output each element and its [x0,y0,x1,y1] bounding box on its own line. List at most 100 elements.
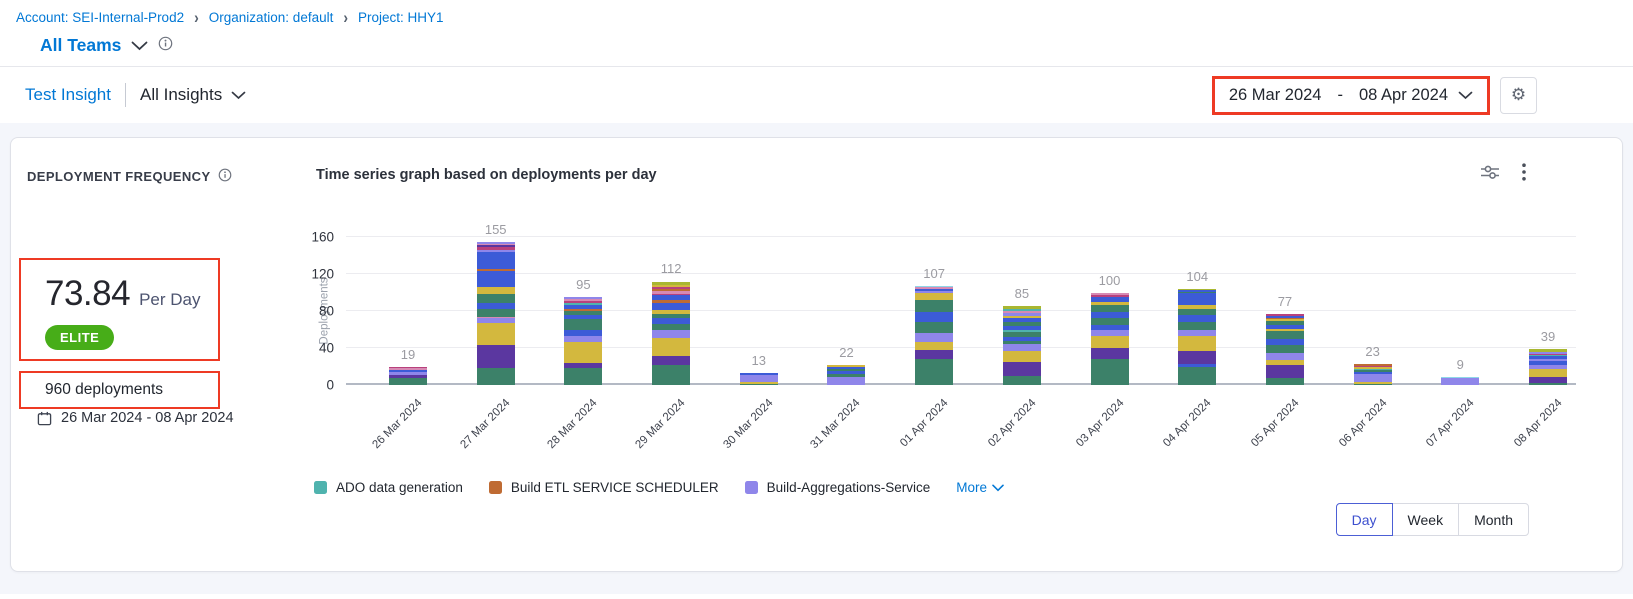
plot-area: Deployments 040801201601926 Mar 20241552… [346,237,1576,385]
bar-27-mar-2024[interactable] [477,242,515,385]
granularity-month-button[interactable]: Month [1458,503,1529,536]
bar-03-apr-2024[interactable] [1091,293,1129,385]
date-range-separator: - [1338,86,1344,105]
deployment-frequency-widget: DEPLOYMENT FREQUENCY Time series graph b… [10,137,1623,572]
legend-item[interactable]: Build-Aggregations-Service [745,480,931,495]
bar-segment [477,252,515,270]
legend-swatch [489,481,502,494]
bar-segment [477,287,515,294]
bar-segment [827,377,865,385]
bar-segment [1354,384,1392,385]
bar-segment [1266,365,1304,378]
bar-28-mar-2024[interactable] [564,297,602,385]
date-range-selector[interactable]: 26 Mar 2024 - 08 Apr 2024 [1212,76,1490,115]
x-tick-label: 08 Apr 2024 [1512,397,1564,449]
bar-value-label: 19 [401,347,415,362]
y-tick-label: 0 [326,378,334,393]
bar-segment [1091,348,1129,359]
breadcrumb-account[interactable]: Account: SEI-Internal-Prod2 [16,10,184,25]
bar-26-mar-2024[interactable] [389,367,427,385]
bar-segment [915,359,953,385]
page-content: DEPLOYMENT FREQUENCY Time series graph b… [0,123,1633,594]
breadcrumb-project[interactable]: Project: HHY1 [358,10,444,25]
settings-button[interactable]: ⚙ [1500,77,1537,114]
legend-item[interactable]: Build ETL SERVICE SCHEDULER [489,480,719,495]
bar-value-label: 112 [661,261,682,276]
bar-segment [740,384,778,385]
bar-segment [1178,336,1216,351]
x-tick-label: 06 Apr 2024 [1337,397,1389,449]
bar-segment [1441,378,1479,385]
bar-segment [477,309,515,316]
bar-value-label: 95 [576,277,590,292]
bar-07-apr-2024[interactable] [1441,377,1479,385]
metric-unit: Per Day [139,290,200,310]
insight-header: Test Insight All Insights 26 Mar 2024 - … [0,66,1633,123]
bar-05-apr-2024[interactable] [1266,314,1304,385]
chart-legend: ADO data generation Build ETL SERVICE SCH… [314,480,1004,495]
kebab-menu-icon[interactable] [1522,163,1526,181]
legend-label: Build-Aggregations-Service [767,480,931,495]
gridline [346,310,1576,311]
bar-02-apr-2024[interactable] [1003,306,1041,385]
legend-item[interactable]: ADO data generation [314,480,463,495]
x-tick-label: 31 Mar 2024 [809,397,863,451]
bar-value-label: 9 [1457,357,1464,372]
chevron-down-icon[interactable] [131,41,148,51]
bar-30-mar-2024[interactable] [740,373,778,385]
y-tick-label: 80 [319,304,334,319]
bar-segment [1003,376,1041,385]
breadcrumb-organization[interactable]: Organization: default [209,10,334,25]
bar-08-apr-2024[interactable] [1529,349,1567,385]
bar-29-mar-2024[interactable] [652,282,690,385]
bar-segment [915,350,953,359]
legend-more-link[interactable]: More [956,480,1004,495]
legend-label: ADO data generation [336,480,463,495]
bar-value-label: 85 [1015,286,1029,301]
x-tick-label: 04 Apr 2024 [1161,397,1213,449]
legend-swatch [314,481,327,494]
y-tick-label: 160 [311,230,334,245]
widget-date-range-label: 26 Mar 2024 - 08 Apr 2024 [61,410,234,426]
x-tick-label: 27 Mar 2024 [458,397,512,451]
gridline [346,273,1576,274]
info-icon[interactable] [218,168,232,185]
bar-segment [652,303,690,310]
date-range-start: 26 Mar 2024 [1229,86,1322,105]
bar-segment [1266,345,1304,352]
chart-title: Time series graph based on deployments p… [316,167,657,183]
x-tick-label: 26 Mar 2024 [370,397,424,451]
all-insights-label: All Insights [140,85,222,105]
total-deployments: 960 deployments [45,381,163,399]
bar-segment [1178,322,1216,329]
filter-sliders-icon[interactable] [1480,164,1500,180]
widget-date-range: 26 Mar 2024 - 08 Apr 2024 [37,410,234,426]
granularity-day-button[interactable]: Day [1336,503,1393,536]
more-label: More [956,480,987,495]
bar-segment [1091,359,1129,385]
bar-value-label: 100 [1099,273,1121,288]
all-insights-dropdown[interactable]: All Insights [140,85,246,105]
insight-name-link[interactable]: Test Insight [25,85,111,105]
bar-segment [1091,336,1129,348]
team-selector[interactable]: All Teams [40,35,121,56]
granularity-toggle: DayWeekMonth [1336,503,1529,536]
granularity-week-button[interactable]: Week [1392,503,1460,536]
bar-segment [652,338,690,357]
bar-segment [1529,369,1567,376]
divider [125,83,126,107]
bar-04-apr-2024[interactable] [1178,289,1216,385]
bar-segment [915,342,953,350]
x-tick-label: 30 Mar 2024 [721,397,775,451]
chevron-down-icon [231,91,246,100]
bar-segment [1003,362,1041,376]
bar-segment [652,356,690,364]
performance-badge: ELITE [45,325,114,350]
bar-segment [477,294,515,302]
bar-01-apr-2024[interactable] [915,286,953,385]
bar-value-label: 107 [923,266,945,281]
bar-06-apr-2024[interactable] [1354,364,1392,385]
bar-segment [652,330,690,337]
bar-31-mar-2024[interactable] [827,365,865,385]
info-icon[interactable] [158,36,173,56]
